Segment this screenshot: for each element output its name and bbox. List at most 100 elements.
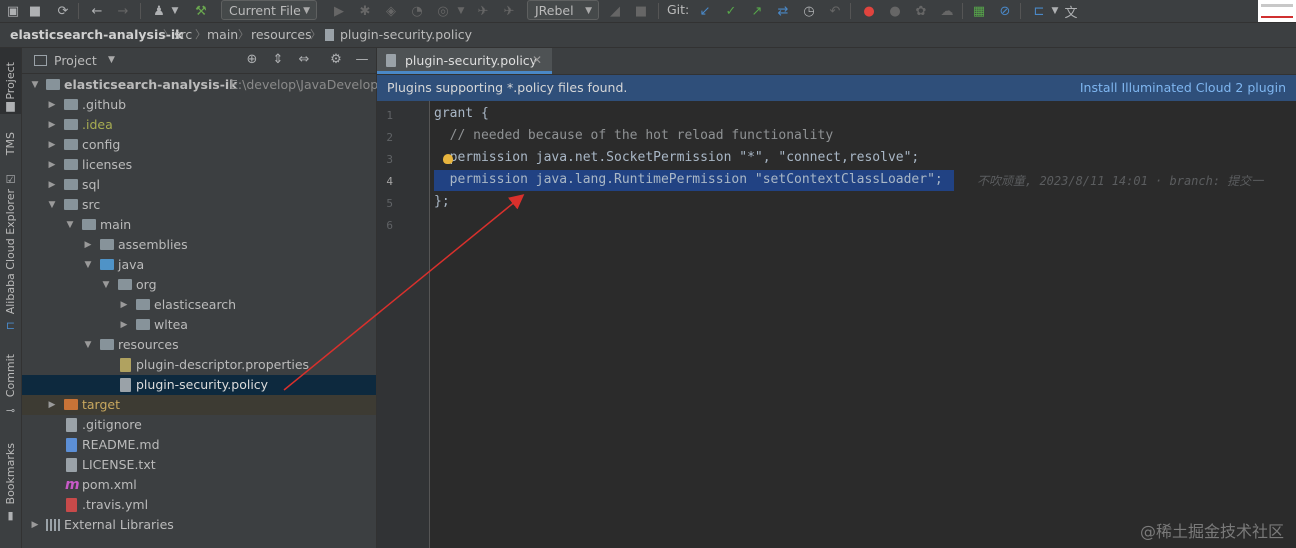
tree-row[interactable]: plugin-descriptor.properties bbox=[22, 355, 376, 375]
chevron-right-icon[interactable]: ▶ bbox=[47, 395, 57, 415]
tree-row[interactable]: ▼ org bbox=[22, 275, 376, 295]
breadcrumb-item-main[interactable]: main bbox=[207, 23, 238, 47]
code-line-comment[interactable]: // needed because of the hot reload func… bbox=[434, 125, 834, 147]
jrebel-icon[interactable]: ◢ bbox=[606, 2, 624, 20]
chevron-right-icon[interactable]: ▶ bbox=[47, 155, 57, 175]
jrebel-run-icon[interactable]: ✈ bbox=[474, 2, 492, 20]
circle-icon[interactable]: ● bbox=[886, 2, 904, 20]
back-icon[interactable]: ← bbox=[88, 2, 106, 20]
chevron-down-icon[interactable]: ▼ bbox=[47, 195, 57, 215]
plugin-suggestion-banner: Plugins supporting *.policy files found.… bbox=[377, 75, 1296, 101]
chevron-right-icon[interactable]: ▶ bbox=[119, 315, 129, 335]
tree-row[interactable]: .travis.yml bbox=[22, 495, 376, 515]
vcs-push-icon[interactable]: ↗ bbox=[748, 2, 766, 20]
library-icon bbox=[46, 519, 60, 531]
chevron-down-icon[interactable]: ▼ bbox=[65, 215, 75, 235]
vcs-commit-icon[interactable]: ✓ bbox=[722, 2, 740, 20]
tool-tab-commit[interactable]: Commit bbox=[0, 348, 21, 404]
chevron-down-icon[interactable]: ▼ bbox=[452, 2, 470, 20]
tree-row-root[interactable]: ▼ elasticsearch-analysis-ik E:\develop\J… bbox=[22, 75, 383, 95]
editor-tab[interactable]: plugin-security.policy ✕ bbox=[377, 48, 552, 74]
chevron-down-icon[interactable]: ▼ bbox=[108, 48, 115, 73]
chevron-down-icon[interactable]: ▼ bbox=[166, 2, 184, 20]
expand-all-icon[interactable]: ⇕ bbox=[270, 52, 286, 68]
jrebel-select[interactable]: JRebel ▼ bbox=[527, 0, 599, 20]
translate-icon[interactable]: 文 bbox=[1062, 2, 1080, 21]
tree-row[interactable]: m pom.xml bbox=[22, 475, 376, 495]
tree-row[interactable]: ▶ elasticsearch bbox=[22, 295, 376, 315]
block-icon[interactable]: ⊘ bbox=[996, 2, 1014, 20]
gear-icon[interactable]: ✿ bbox=[912, 2, 930, 20]
code-line[interactable]: grant { bbox=[434, 103, 489, 125]
code-line[interactable]: permission java.net.SocketPermission "*"… bbox=[434, 147, 920, 169]
tree-row[interactable]: ▼ src bbox=[22, 195, 376, 215]
sync-icon[interactable]: ⟳ bbox=[54, 2, 72, 20]
code-line[interactable]: }; bbox=[434, 191, 450, 213]
tree-row[interactable]: ▶ sql bbox=[22, 175, 376, 195]
tree-row[interactable]: .gitignore bbox=[22, 415, 376, 435]
breadcrumb-item-file[interactable]: plugin-security.policy bbox=[340, 23, 472, 47]
tree-row[interactable]: ▶ target bbox=[22, 395, 376, 415]
chevron-down-icon[interactable]: ▼ bbox=[83, 335, 93, 355]
jrebel-debug-icon[interactable]: ✈ bbox=[500, 2, 518, 20]
profile-icon[interactable]: ◔ bbox=[408, 2, 426, 20]
install-plugin-link[interactable]: Install Illuminated Cloud 2 plugin bbox=[1080, 75, 1286, 101]
chevron-right-icon[interactable]: ▶ bbox=[47, 115, 57, 135]
hide-icon[interactable]: — bbox=[354, 52, 370, 68]
plugin-c-icon[interactable]: ● bbox=[860, 2, 878, 20]
save-icon[interactable]: ▣ bbox=[4, 2, 22, 20]
tree-row[interactable]: LICENSE.txt bbox=[22, 455, 376, 475]
attach-icon[interactable]: ◎ bbox=[434, 2, 452, 20]
tree-row-selected[interactable]: plugin-security.policy bbox=[22, 375, 376, 395]
tree-row[interactable]: ▼ resources bbox=[22, 335, 376, 355]
debug-icon[interactable]: ✱ bbox=[356, 2, 374, 20]
tool-tab-bookmarks[interactable]: Bookmarks bbox=[0, 440, 21, 508]
rollback-icon[interactable]: ↶ bbox=[826, 2, 844, 20]
tree-label: plugin-descriptor.properties bbox=[136, 357, 310, 372]
breadcrumb-item-resources[interactable]: resources bbox=[251, 23, 312, 47]
tree-row[interactable]: README.md bbox=[22, 435, 376, 455]
build-hammer-icon[interactable]: ⚒ bbox=[192, 2, 210, 20]
chevron-down-icon[interactable]: ▼ bbox=[83, 255, 93, 275]
chevron-right-icon[interactable]: ▶ bbox=[119, 295, 129, 315]
tree-row[interactable]: ▼ main bbox=[22, 215, 376, 235]
tree-row[interactable]: ▶ wltea bbox=[22, 315, 376, 335]
run-icon[interactable]: ▶ bbox=[330, 2, 348, 20]
vcs-fetch-icon[interactable]: ⇄ bbox=[774, 2, 792, 20]
tree-row[interactable]: ▼ java bbox=[22, 255, 376, 275]
run-config-select[interactable]: Current File ▼ bbox=[221, 0, 317, 20]
save-all-icon[interactable]: ■ bbox=[26, 2, 44, 20]
code-line-selected[interactable]: permission java.lang.RuntimePermission "… bbox=[434, 169, 943, 191]
chevron-right-icon[interactable]: ▶ bbox=[30, 515, 40, 535]
locate-icon[interactable]: ⊕ bbox=[244, 52, 260, 68]
chevron-down-icon[interactable]: ▼ bbox=[101, 275, 111, 295]
chevron-right-icon[interactable]: ▶ bbox=[47, 175, 57, 195]
tree-row[interactable]: ▶ config bbox=[22, 135, 376, 155]
tree-row[interactable]: ▶ .idea bbox=[22, 115, 376, 135]
chevron-right-icon[interactable]: ▶ bbox=[47, 95, 57, 115]
tree-row[interactable]: ▶ .github bbox=[22, 95, 376, 115]
forward-icon[interactable]: → bbox=[114, 2, 132, 20]
tree-row[interactable]: ▶ assemblies bbox=[22, 235, 376, 255]
lightbulb-icon[interactable] bbox=[443, 154, 453, 164]
monitor-icon[interactable]: ▦ bbox=[970, 2, 988, 20]
tree-row[interactable]: ▶ licenses bbox=[22, 155, 376, 175]
bookmark-icon: ▮ bbox=[7, 509, 14, 522]
breadcrumb-item-project[interactable]: elasticsearch-analysis-ik bbox=[10, 23, 183, 47]
cloud-icon[interactable]: ☁ bbox=[938, 2, 956, 20]
history-icon[interactable]: ◷ bbox=[800, 2, 818, 20]
project-panel-title[interactable]: Project bbox=[54, 48, 97, 73]
stop-icon[interactable]: ■ bbox=[632, 2, 650, 20]
vcs-update-icon[interactable]: ↙ bbox=[696, 2, 714, 20]
breadcrumb-item-src[interactable]: src bbox=[174, 23, 192, 47]
tree-row[interactable]: ▶ External Libraries bbox=[22, 515, 376, 535]
tool-tab-tms[interactable]: TMS bbox=[0, 124, 21, 164]
coverage-icon[interactable]: ◈ bbox=[382, 2, 400, 20]
chevron-right-icon[interactable]: ▶ bbox=[83, 235, 93, 255]
chevron-down-icon[interactable]: ▼ bbox=[30, 75, 40, 95]
chevron-right-icon[interactable]: ▶ bbox=[47, 135, 57, 155]
collapse-all-icon[interactable]: ⇔ bbox=[296, 52, 312, 68]
tool-tab-alibaba-cloud[interactable]: Alibaba Cloud Explorer bbox=[0, 188, 21, 316]
gear-icon[interactable]: ⚙ bbox=[328, 52, 344, 68]
close-icon[interactable]: ✕ bbox=[532, 48, 542, 73]
